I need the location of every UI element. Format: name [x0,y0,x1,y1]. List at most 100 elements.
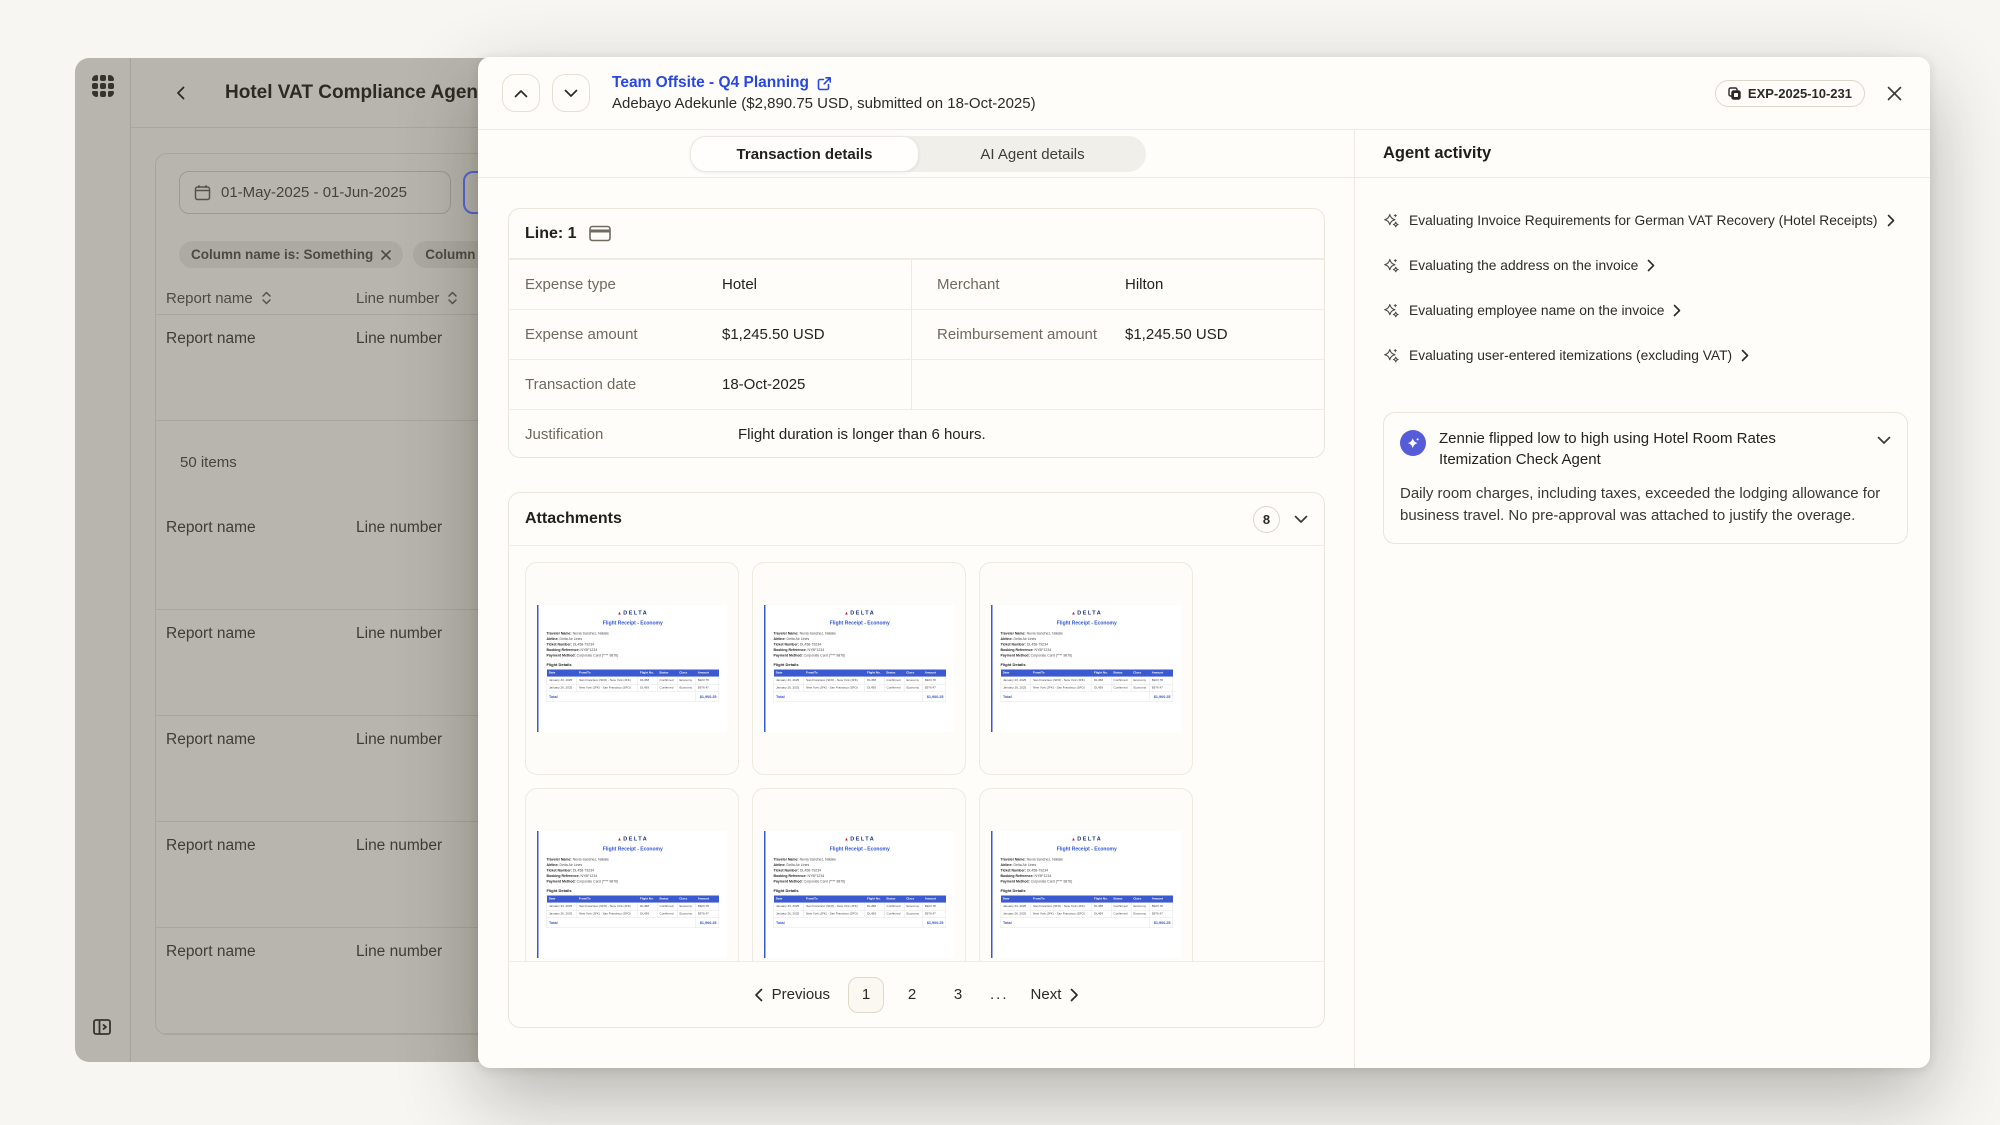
chevron-down-icon[interactable] [1294,515,1308,524]
chevron-down-icon[interactable] [1877,436,1891,445]
page-button-3[interactable]: 3 [940,977,976,1013]
background-window-title: Hotel VAT Compliance Agent - A [225,82,514,104]
sparkle-icon [1383,212,1400,229]
filter-chip[interactable]: Column name is: Something [179,241,403,268]
attachment-thumbnail[interactable]: ▲DELTA Flight Receipt - Economy Traveler… [525,562,739,775]
agent-activity-item[interactable]: Evaluating Invoice Requirements for Germ… [1383,210,1910,230]
external-link-icon[interactable] [817,76,832,91]
back-chevron-icon[interactable] [173,85,189,101]
chevron-right-icon [1741,349,1749,362]
line-card-header: Line: 1 [509,209,1324,259]
page-button-2[interactable]: 2 [894,977,930,1013]
receipt-flight-table: DateFrom/To Flight No.Status ClassAmount… [1001,896,1174,929]
filter-chips: Column name is: Something Column [179,241,488,268]
pagination-ellipsis[interactable]: ... [986,986,1013,1003]
column-header-line-number[interactable]: Line number [356,290,439,307]
delta-logo-icon: ▲ [844,837,848,842]
receipt-title: Flight Receipt - Economy [774,847,947,853]
modal-header: Team Offsite - Q4 Planning Adebayo Adeku… [478,57,1930,130]
previous-page-button[interactable]: Previous [746,986,838,1003]
receipt-field: Payment Method: Corporate Card (**** 987… [1001,879,1174,885]
transaction-details-panel: Line: 1 Expense type Hotel Merchan [478,178,1354,1068]
receipt-section-title: Flight Details [547,663,720,668]
attachment-thumbnail[interactable]: ▲DELTA Flight Receipt - Economy Traveler… [979,562,1193,775]
cell-report-name: Report name [156,716,356,821]
modal-header-right: EXP-2025-10-231 [1715,80,1904,107]
field-label: Transaction date [509,376,722,393]
chevron-left-icon [754,988,763,1002]
content-column: Transaction details AI Agent details Lin… [478,130,1355,1068]
receipt-section-title: Flight Details [1001,889,1174,894]
agent-activity-label: Evaluating Invoice Requirements for Germ… [1409,213,1878,228]
chevron-right-icon [1673,304,1681,317]
attachments-pagination: Previous 1 2 3 ... Next [509,961,1324,1027]
field-label: Merchant [912,276,1125,293]
attachments-count-badge: 8 [1253,506,1280,533]
tab-ai-agent-details[interactable]: AI Agent details [919,136,1146,172]
receipt-section-title: Flight Details [1001,663,1174,668]
agent-activity-list: Evaluating Invoice Requirements for Germ… [1355,178,1930,390]
next-expense-button[interactable] [552,74,590,112]
expense-id-badge[interactable]: EXP-2025-10-231 [1715,80,1865,107]
close-icon [1887,86,1902,101]
copy-icon [1728,87,1741,100]
tab-switcher: Transaction details AI Agent details [690,136,1146,172]
attachments-grid: ▲DELTA Flight Receipt - Economy Traveler… [509,546,1324,961]
column-header-report-name[interactable]: Report name [166,290,253,307]
date-range-value: 01-May-2025 - 01-Jun-2025 [221,184,407,201]
line-field-row: Expense type Hotel Merchant Hilton [509,259,1324,309]
agent-activity-title: Agent activity [1355,130,1930,178]
receipt-flight-table: DateFrom/To Flight No.Status ClassAmount… [547,896,720,929]
attachment-thumbnail[interactable]: ▲DELTA Flight Receipt - Economy Traveler… [752,788,966,961]
agent-activity-label: Evaluating user-entered itemizations (ex… [1409,348,1732,363]
sort-icon[interactable] [447,291,458,305]
chip-remove-icon[interactable] [381,250,391,260]
sort-icon[interactable] [261,291,272,305]
receipt-field: Payment Method: Corporate Card (**** 987… [547,653,720,659]
cell-report-name: Report name [156,504,356,609]
attachments-title: Attachments [525,510,622,528]
tab-transaction-details[interactable]: Transaction details [690,136,919,172]
field-value: $1,245.50 USD [1125,326,1228,343]
attachment-thumbnail[interactable]: ▲DELTA Flight Receipt - Economy Traveler… [979,788,1193,961]
airline-logo-text: DELTA [623,610,648,616]
agent-activity-item[interactable]: Evaluating user-entered itemizations (ex… [1383,345,1910,365]
agent-activity-item[interactable]: Evaluating employee name on the invoice [1383,300,1910,320]
receipt-preview: ▲DELTA Flight Receipt - Economy Traveler… [991,605,1181,732]
receipt-preview: ▲DELTA Flight Receipt - Economy Traveler… [764,831,954,958]
report-link[interactable]: Team Offsite - Q4 Planning [612,74,809,92]
agent-activity-label: Evaluating employee name on the invoice [1409,303,1664,318]
page: Hotel VAT Compliance Agent - A 01-May-20… [0,0,2000,1125]
field-label: Justification [509,426,738,443]
chevron-right-icon [1070,988,1079,1002]
field-label: Reimbursement amount [912,326,1125,343]
attachment-thumbnail[interactable]: ▲DELTA Flight Receipt - Economy Traveler… [752,562,966,775]
airline-logo-text: DELTA [850,610,875,616]
receipt-preview: ▲DELTA Flight Receipt - Economy Traveler… [991,831,1181,958]
field-label: Expense type [509,276,722,293]
expense-modal: Team Offsite - Q4 Planning Adebayo Adeku… [478,57,1930,1068]
next-page-button[interactable]: Next [1023,986,1088,1003]
receipt-preview: ▲DELTA Flight Receipt - Economy Traveler… [537,605,727,732]
field-value: Hilton [1125,276,1163,293]
line-field-row: Expense amount $1,245.50 USD Reimburseme… [509,309,1324,359]
receipt-title: Flight Receipt - Economy [774,621,947,627]
agent-activity-item[interactable]: Evaluating the address on the invoice [1383,255,1910,275]
receipt-preview: ▲DELTA Flight Receipt - Economy Traveler… [537,831,727,958]
receipt-flight-table: DateFrom/To Flight No.Status ClassAmount… [547,670,720,703]
page-button-1[interactable]: 1 [848,977,884,1013]
sidebar-expand-icon[interactable] [92,1017,112,1037]
cell-report-name: Report name [156,822,356,927]
filter-chip[interactable]: Column [413,241,487,268]
delta-logo-icon: ▲ [1071,837,1075,842]
app-grid-icon[interactable] [92,75,114,97]
previous-expense-button[interactable] [502,74,540,112]
delta-logo-icon: ▲ [1071,611,1075,616]
line-details-card: Line: 1 Expense type Hotel Merchan [508,208,1325,458]
close-button[interactable] [1885,84,1904,103]
receipt-section-title: Flight Details [774,889,947,894]
filter-chip-label: Column name is: Something [191,247,373,262]
attachment-thumbnail[interactable]: ▲DELTA Flight Receipt - Economy Traveler… [525,788,739,961]
date-range-input[interactable]: 01-May-2025 - 01-Jun-2025 [179,171,451,214]
chevron-right-icon [1647,259,1655,272]
